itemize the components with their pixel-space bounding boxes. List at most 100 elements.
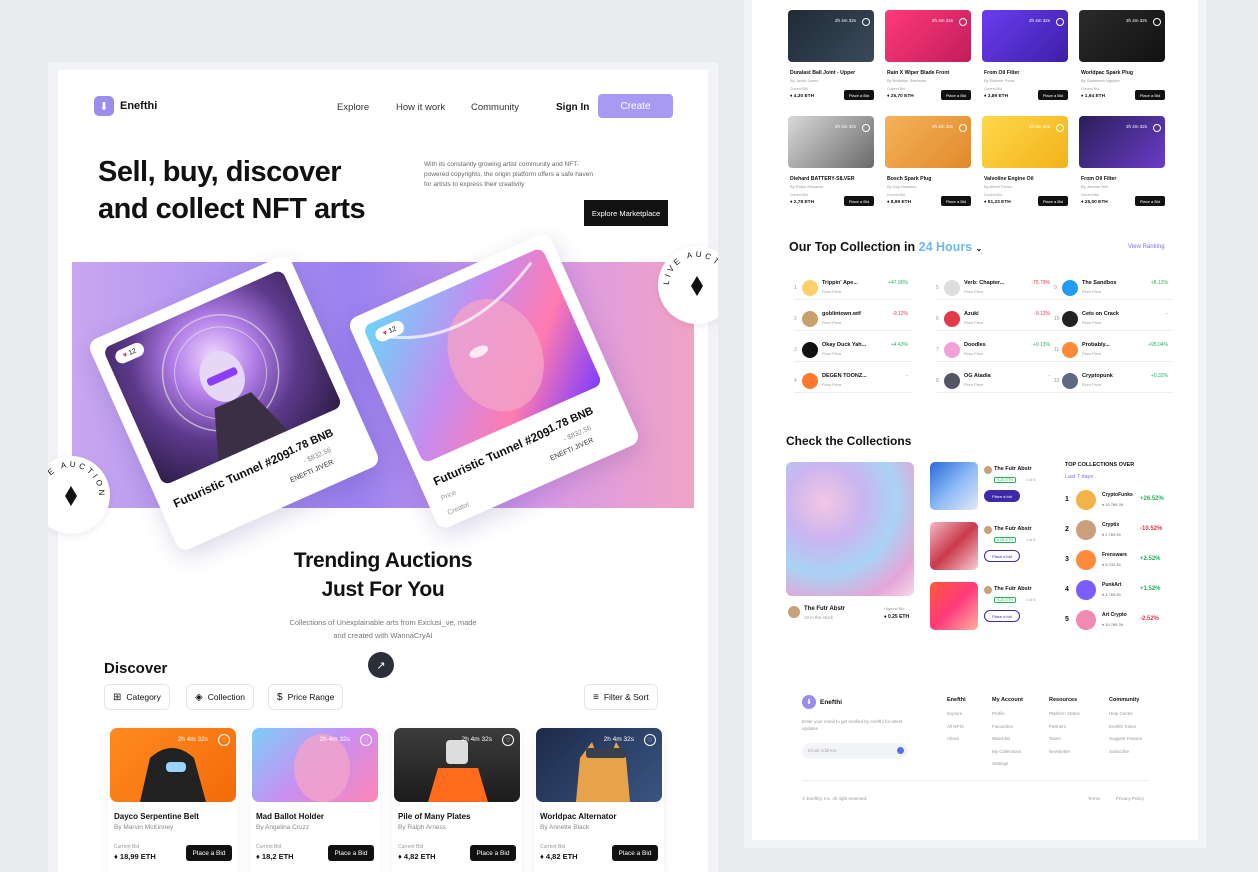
heart-icon[interactable] (1153, 18, 1161, 26)
nft-card[interactable]: 2h 4m 32s ♡ Pile of Many Plates By Ralph… (392, 728, 522, 872)
nft-card[interactable]: 2h 4m 32s ♡ Mad Ballot Holder By Angelin… (250, 728, 380, 872)
footer-link[interactable]: Suggest Feature (1109, 733, 1142, 746)
arrow-up-right-icon[interactable]: ↗ (368, 652, 394, 678)
ranking-row[interactable]: 9 The Sandbox Floor Price +8.12% (1054, 276, 1172, 300)
collection-thumbnail[interactable] (930, 462, 978, 510)
ranking-row[interactable]: 6 Azuki Floor Price -9.12% (936, 307, 1054, 331)
ranking-row[interactable]: 2 goblintown.wtf Floor Price -9.12% (794, 307, 912, 331)
place-bid-button[interactable]: Place a bid (984, 490, 1020, 502)
footer-brand[interactable]: Enefthi (820, 699, 842, 706)
terms-link[interactable]: Terms (1088, 796, 1100, 801)
heart-icon[interactable]: ♡ (502, 734, 514, 746)
footer-link[interactable]: All NFTs (947, 721, 964, 734)
floor-price-label: Floor Price (822, 320, 842, 325)
footer-link[interactable]: Taxes (1049, 733, 1061, 746)
nft-card[interactable]: 2h 4m 32s Bosch Spark Plug By Guy Hawkins C… (885, 112, 973, 210)
footer-link[interactable]: Watchlist (992, 733, 1010, 746)
heart-icon[interactable] (862, 18, 870, 26)
footer-link[interactable]: Newsletter (1049, 746, 1070, 759)
footer-link[interactable]: Favourites (992, 721, 1013, 734)
place-bid-button[interactable]: Place a Bid (844, 90, 874, 100)
view-ranking-link[interactable]: View Ranking (1128, 244, 1165, 250)
place-bid-button[interactable]: Place a Bid (470, 845, 516, 861)
footer-link[interactable]: Subscribe (1109, 746, 1129, 759)
live-auction-badge[interactable]: LIVE AUCTION (658, 246, 718, 324)
place-bid-button[interactable]: Place a bid (984, 610, 1020, 622)
collection-thumbnail[interactable] (930, 522, 978, 570)
ranking-row[interactable]: 8 OG Atadia Floor Price - (936, 369, 1054, 393)
collection-filter[interactable]: ◈ Collection (186, 684, 255, 710)
footer-link[interactable]: Explore (947, 708, 962, 721)
ranking-row[interactable]: 3 Okay Duck Yah... Floor Price +4.43% (794, 338, 912, 362)
place-bid-button[interactable]: Place a Bid (186, 845, 232, 861)
heart-icon[interactable]: ♡ (644, 734, 656, 746)
footer-link[interactable]: Settings (992, 758, 1008, 771)
place-bid-button[interactable]: Place a Bid (1135, 196, 1165, 206)
place-bid-button[interactable]: Place a Bid (1038, 196, 1068, 206)
featured-collection-image[interactable] (786, 462, 914, 596)
nft-card[interactable]: 2h 4m 32s From Oil Filter By Eleanor Pena C… (982, 6, 1070, 104)
place-bid-button[interactable]: Place a Bid (612, 845, 658, 861)
heart-icon[interactable]: ♡ (218, 734, 230, 746)
place-bid-button[interactable]: Place a Bid (844, 196, 874, 206)
email-input[interactable]: Email Address (802, 743, 908, 759)
privacy-link[interactable]: Privacy Policy (1116, 796, 1144, 801)
place-bid-button[interactable]: Place a Bid (1135, 90, 1165, 100)
nft-card[interactable]: 2h 4m 32s Diehard BATTERY-SILVER By Ralph … (788, 112, 876, 210)
ranking-row[interactable]: 1 Trippin' Ape... Floor Price +47.90% (794, 276, 912, 300)
ranking-row[interactable]: 11 Probably... Floor Price +95.04% (1054, 338, 1172, 362)
create-button[interactable]: Create (598, 94, 673, 118)
footer-link[interactable]: Partners (1049, 721, 1066, 734)
place-bid-button[interactable]: Place a Bid (941, 196, 971, 206)
nft-card[interactable]: 2h 4m 32s From Oil Filter By Jerome Bell Cu… (1079, 112, 1167, 210)
brand-logo-icon[interactable]: ⬇ (94, 96, 114, 116)
nav-link-community[interactable]: Community (471, 102, 519, 113)
place-bid-button[interactable]: Place a bid (984, 550, 1020, 562)
heart-icon[interactable] (959, 18, 967, 26)
footer-link[interactable]: Profile (992, 708, 1005, 721)
brand-logo-icon[interactable]: ⬇ (802, 695, 816, 709)
top-collection-period[interactable]: 24 Hours (919, 240, 973, 254)
footer-link[interactable]: Enefthi Token (1109, 721, 1136, 734)
explore-marketplace-button[interactable]: Explore Marketplace (584, 200, 668, 226)
sign-in-link[interactable]: Sign In (556, 102, 589, 113)
place-bid-button[interactable]: Place a Bid (1038, 90, 1068, 100)
svg-text:LIVE AUCTION: LIVE AUCTION (662, 250, 718, 289)
ranking-row[interactable]: 12 Cryptopunk Floor Price +0.32% (1054, 369, 1172, 393)
chevron-down-icon[interactable]: ⌄ (976, 244, 983, 253)
nft-card[interactable]: 2h 4m 32s ♡ Worldpac Alternator By Annet… (534, 728, 664, 872)
category-filter[interactable]: ⊞ Category (104, 684, 170, 710)
nft-card[interactable]: 2h 4m 32s Valvoline Engine Oil By Albert F… (982, 112, 1070, 210)
submit-icon[interactable] (897, 747, 904, 754)
ranking-row[interactable]: 10 Cets on Crack Floor Price - (1054, 307, 1172, 331)
heart-icon[interactable]: ♡ (360, 734, 372, 746)
price-range-filter[interactable]: $ Price Range (268, 684, 344, 710)
place-bid-button[interactable]: Place a Bid (941, 90, 971, 100)
live-auction-badge[interactable]: LIVE AUCTION (48, 456, 110, 534)
heart-icon[interactable] (862, 124, 870, 132)
auction-timer: 2h 4m 32s (319, 736, 350, 743)
footer-link[interactable]: Platform Status (1049, 708, 1080, 721)
footer-link[interactable]: Help Center (1109, 708, 1133, 721)
ranking-row[interactable]: 7 Doodles Floor Price +0.13% (936, 338, 1054, 362)
heart-icon[interactable] (1153, 124, 1161, 132)
collection-thumbnail[interactable] (930, 582, 978, 630)
heart-icon[interactable] (1056, 18, 1064, 26)
nft-card[interactable]: 2h 4m 32s Worldpac Spark Plug By Savannah … (1079, 6, 1167, 104)
nft-card[interactable]: 2h 4m 32s Duralast Ball Joint - Upper By J… (788, 6, 876, 104)
ranking-row[interactable]: 5 Verb: Chapter... Floor Price -75.79% (936, 276, 1054, 300)
place-bid-button[interactable]: Place a Bid (328, 845, 374, 861)
filter-sort-button[interactable]: ≡ Filter & Sort (584, 684, 658, 710)
heart-icon[interactable] (959, 124, 967, 132)
nft-card[interactable]: 2h 4m 32s ♡ Dayco Serpentine Belt By Mar… (108, 728, 238, 872)
heart-icon[interactable] (1056, 124, 1064, 132)
ranking-row[interactable]: 4 DEGEN TOONZ... Floor Price - (794, 369, 912, 393)
nav-link-how-it-work[interactable]: How it work (396, 102, 445, 113)
footer-link[interactable]: My Collections (992, 746, 1021, 759)
top-collections-period[interactable]: Last 7 days (1065, 474, 1093, 480)
footer-column-title: My Account (992, 697, 1023, 703)
nft-card[interactable]: 2h 4m 32s Rain X Wiper Blade Front By Broo… (885, 6, 973, 104)
nav-link-explore[interactable]: Explore (337, 102, 369, 113)
brand-name[interactable]: Enefthi (120, 100, 157, 112)
footer-link[interactable]: About (947, 733, 959, 746)
